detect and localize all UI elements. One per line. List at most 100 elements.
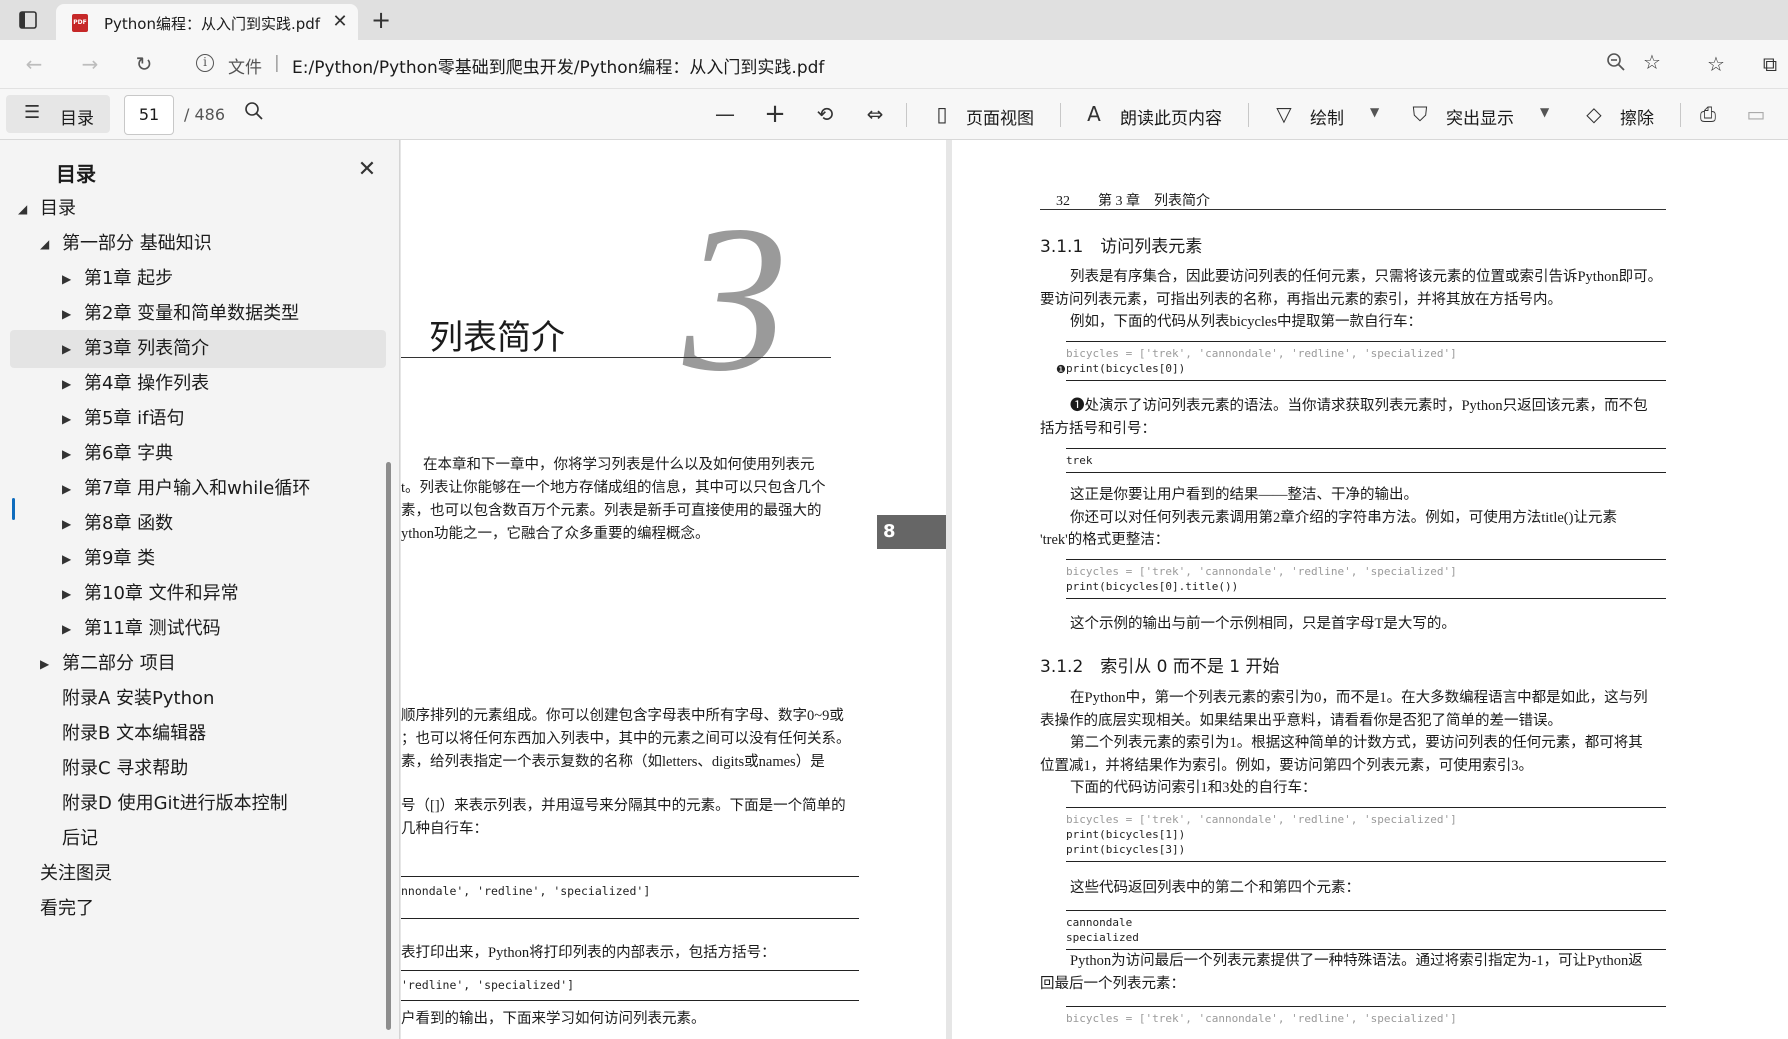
body-line: 表打印出来，Python将打印列表的内部表示，包括方括号： <box>401 945 776 961</box>
toc-item[interactable]: ◢ 目录 <box>0 190 386 228</box>
forward-arrow-icon[interactable]: → <box>76 50 104 78</box>
toc-item[interactable]: ▶ 第3章 列表简介 <box>10 330 386 368</box>
read-aloud-icon[interactable]: A <box>1080 101 1108 127</box>
read-aloud-label[interactable]: 朗读此页内容 <box>1120 104 1222 129</box>
code-line: print(bicycles[3]) <box>1066 843 1186 856</box>
collapsed-arrow-icon[interactable]: ▶ <box>62 400 71 438</box>
erase-label[interactable]: 擦除 <box>1620 104 1654 129</box>
expanded-arrow-icon[interactable]: ◢ <box>18 190 27 228</box>
tab-strip: PDF Python编程：从入门到实践.pdf ✕ + <box>0 0 1788 40</box>
toc-item-label: 第11章 测试代码 <box>84 618 221 639</box>
toc-item[interactable]: ▶ 第二部分 项目 <box>0 645 386 683</box>
collapsed-arrow-icon[interactable]: ▶ <box>62 330 71 368</box>
toc-item[interactable]: ▶ 第5章 if语句 <box>0 400 386 438</box>
url-text[interactable]: E:/Python/Python零基础到爬虫开发/Python编程：从入门到实践… <box>292 53 824 78</box>
back-arrow-icon[interactable]: ← <box>20 50 48 78</box>
collapsed-arrow-icon[interactable]: ▶ <box>62 575 71 613</box>
highlight-label[interactable]: 突出显示 <box>1446 104 1514 129</box>
toc-item[interactable]: ▶ 第6章 字典 <box>0 435 386 473</box>
text-line: 列表是有序集合，因此要访问列表的任何元素，只需将该元素的位置或索引告诉Pytho… <box>1070 269 1663 285</box>
toc-item-label: 附录A 安装Python <box>62 688 215 709</box>
tab-close-icon[interactable]: ✕ <box>328 10 352 34</box>
url-field[interactable]: i 文件 | E:/Python/Python零基础到爬虫开发/Python编程… <box>186 44 1661 84</box>
collapsed-arrow-icon[interactable]: ▶ <box>62 505 71 543</box>
search-icon[interactable] <box>240 101 268 127</box>
tab-pdf[interactable]: PDF Python编程：从入门到实践.pdf ✕ <box>56 4 358 40</box>
collapsed-arrow-icon[interactable]: ▶ <box>62 295 71 333</box>
url-scheme-label: 文件 <box>228 58 262 78</box>
draw-chevron-down-icon[interactable]: ▼ <box>1370 105 1379 119</box>
tab-actions-icon[interactable] <box>14 8 42 32</box>
toc-item[interactable]: ▶ 第11章 测试代码 <box>0 610 386 648</box>
toc-item[interactable]: ▶ 第7章 用户输入和while循环 <box>0 470 386 508</box>
toc-item[interactable]: ▶ 第1章 起步 <box>0 260 386 298</box>
draw-label[interactable]: 绘制 <box>1310 104 1344 129</box>
text-line: 例如，下面的代码从列表bicycles中提取第一款自行车： <box>1070 314 1423 330</box>
collapsed-arrow-icon[interactable]: ▶ <box>62 470 71 508</box>
page-view-icon[interactable]: ▯ <box>928 101 956 127</box>
print-icon[interactable]: ⎙ <box>1694 101 1722 127</box>
toc-item[interactable]: ◢ 第一部分 基础知识 <box>0 225 386 263</box>
toc-item[interactable]: 看完了 <box>0 890 386 928</box>
zoom-out-button[interactable]: — <box>711 101 739 127</box>
toc-item-label: 第7章 用户输入和while循环 <box>84 478 311 499</box>
info-icon[interactable]: i <box>196 54 214 72</box>
rotate-icon[interactable]: ⟲ <box>811 101 839 127</box>
page-total: / 486 <box>184 105 226 124</box>
code-line: 'redline', 'specialized'] <box>401 978 575 992</box>
collapsed-arrow-icon[interactable]: ▶ <box>62 365 71 403</box>
toc-item[interactable]: ▶ 第2章 变量和简单数据类型 <box>0 295 386 333</box>
toc-item-label: 第6章 字典 <box>84 443 174 464</box>
collapsed-arrow-icon[interactable]: ▶ <box>62 260 71 298</box>
sidebar-scrollbar[interactable] <box>386 462 391 1030</box>
code-rule <box>401 918 859 919</box>
refresh-icon[interactable]: ↻ <box>130 50 158 78</box>
pdf-viewport: 3 列表简介 在本章和下一章中，你将学习列表是什么以及如何使用列表元 t。列表让… <box>401 140 1788 1039</box>
toc-item[interactable]: 关注图灵 <box>0 855 386 893</box>
page-view-label[interactable]: 页面视图 <box>966 104 1034 129</box>
eraser-icon[interactable]: ◇ <box>1580 101 1608 127</box>
code-line: bicycles = ['trek', 'cannondale', 'redli… <box>1066 565 1457 578</box>
text-line: 表操作的底层实现相关。如果结果出乎意料，请看看你是否犯了简单的差一错误。 <box>1040 712 1562 729</box>
text-line: 括方括号和引号： <box>1040 420 1156 437</box>
toc-item[interactable]: ▶ 第9章 类 <box>0 540 386 578</box>
close-icon[interactable]: ✕ <box>354 158 380 182</box>
toc-toggle-button[interactable]: ☰ 目录 <box>6 95 110 133</box>
collapsed-arrow-icon[interactable]: ▶ <box>62 540 71 578</box>
page-number-input[interactable]: 51 <box>124 95 174 135</box>
toc-item[interactable]: 附录B 文本编辑器 <box>0 715 386 753</box>
toc-item[interactable]: 附录A 安装Python <box>0 680 386 718</box>
toc-item[interactable]: ▶ 第8章 函数 <box>0 505 386 543</box>
draw-icon[interactable]: ▽ <box>1270 101 1298 127</box>
favorites-icon[interactable]: ☆ <box>1702 50 1730 78</box>
highlight-chevron-down-icon[interactable]: ▼ <box>1540 105 1549 119</box>
add-favorite-star-icon[interactable]: ☆ <box>1638 48 1666 76</box>
toc-item[interactable]: 附录C 寻求帮助 <box>0 750 386 788</box>
code-line: bicycles = ['trek', 'cannondale', 'redli… <box>1066 813 1457 826</box>
toc-item[interactable]: ▶ 第10章 文件和异常 <box>0 575 386 613</box>
new-tab-button[interactable]: + <box>366 6 396 34</box>
collections-icon[interactable]: ⧉ <box>1756 50 1784 78</box>
collapsed-arrow-icon[interactable]: ▶ <box>40 645 49 683</box>
paragraph: 这个示例的输出与前一个示例相同，只是首字母T是大写的。 <box>1040 613 1668 636</box>
toc-item[interactable]: 附录D 使用Git进行版本控制 <box>0 785 386 823</box>
toc-item[interactable]: 后记 <box>0 820 386 858</box>
zoom-out-icon[interactable] <box>1606 52 1626 72</box>
save-icon[interactable]: ▭ <box>1742 101 1770 127</box>
zoom-in-button[interactable]: + <box>761 101 789 127</box>
intro-line: 在本章和下一章中，你将学习列表是什么以及如何使用列表元 <box>423 457 815 473</box>
text-line: 这些代码返回列表中的第二个和第四个元素： <box>1070 880 1360 896</box>
paragraph: 这正是你要让用户看到的结果——整洁、干净的输出。 你还可以对任何列表元素调用第2… <box>1040 484 1668 552</box>
sidebar-title: 目录 <box>56 162 96 186</box>
fit-width-icon[interactable]: ⇔ <box>861 101 889 127</box>
tab-title: Python编程：从入门到实践.pdf <box>104 15 321 33</box>
collapsed-arrow-icon[interactable]: ▶ <box>62 435 71 473</box>
collapsed-arrow-icon[interactable]: ▶ <box>62 610 71 648</box>
toc-item-label: 目录 <box>40 198 76 219</box>
highlight-icon[interactable]: ⛉ <box>1406 101 1434 127</box>
toc-item[interactable]: ▶ 第4章 操作列表 <box>0 365 386 403</box>
text-line: 下面的代码访问索引1和3处的自行车： <box>1070 780 1317 796</box>
expanded-arrow-icon[interactable]: ◢ <box>40 225 49 263</box>
address-bar: ← → ↻ i 文件 | E:/Python/Python零基础到爬虫开发/Py… <box>0 40 1788 88</box>
toc-item-label: 附录B 文本编辑器 <box>62 723 207 744</box>
